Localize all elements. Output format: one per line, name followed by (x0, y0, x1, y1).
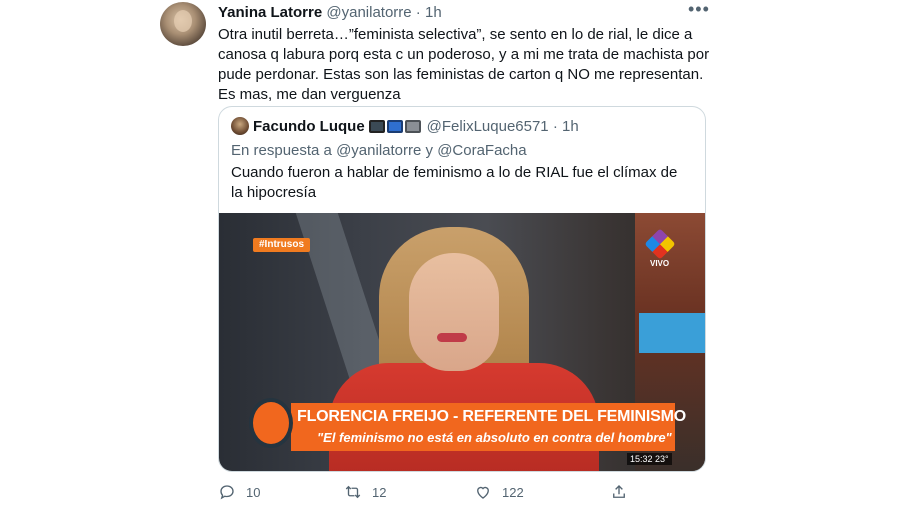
reply-mention-1[interactable]: @yanilatorre (336, 142, 421, 159)
tweet-actions: 10 12 122 (218, 482, 718, 502)
radio-icon (404, 120, 421, 133)
separator: · (411, 4, 425, 21)
retweet-count: 12 (372, 484, 387, 500)
tweet-text: Otra inutil berreta…”feminista selectiva… (218, 26, 710, 103)
avatar[interactable] (160, 2, 206, 46)
quoted-name-emojis (368, 119, 423, 139)
reply-joiner: y (421, 142, 438, 159)
quoted-timestamp: 1h (562, 118, 579, 135)
tweet-header: Yanina Latorre @yanilatorre · 1h (218, 4, 442, 22)
show-hashtag: #Intrusos (253, 238, 311, 252)
like-count: 122 (502, 484, 524, 500)
background-screen (639, 313, 705, 353)
lower-third-subtitle: "El feminismo no está en absoluto en con… (317, 430, 672, 445)
quoted-tweet[interactable]: Facundo Luque @FelixLuque6571 · 1h En res… (218, 106, 706, 472)
display-name[interactable]: Yanina Latorre (218, 4, 322, 21)
camera-icon (368, 120, 385, 133)
person-face (409, 253, 499, 371)
handle[interactable]: @yanilatorre (326, 4, 411, 21)
person-lips (437, 333, 467, 342)
reply-mention-2[interactable]: @CoraFacha (437, 142, 526, 159)
reply-count: 10 (246, 484, 261, 500)
quoted-media-image[interactable]: #Intrusos VIVO FLORENCIA FREIJO - REFERE… (219, 213, 705, 471)
quoted-tweet-header: Facundo Luque @FelixLuque6571 · 1h (231, 117, 579, 139)
live-label: VIVO (650, 259, 670, 268)
reply-prefix: En respuesta a (231, 142, 337, 159)
more-horizontal-icon[interactable]: ••• (688, 0, 709, 22)
share-icon (613, 485, 625, 498)
reply-icon (220, 485, 234, 500)
retweet-button[interactable]: 12 (344, 482, 386, 502)
heart-icon (477, 486, 489, 499)
lower-third-title: FLORENCIA FREIJO - REFERENTE DEL FEMINIS… (297, 408, 686, 425)
television-icon (386, 120, 403, 133)
tweet[interactable]: Yanina Latorre @yanilatorre · 1h ••• Otr… (160, 0, 720, 505)
reply-context: En respuesta a @yanilatorre y @CoraFacha (231, 141, 527, 161)
quoted-avatar (231, 117, 249, 135)
retweet-icon (345, 485, 361, 499)
quoted-display-name: Facundo Luque (253, 118, 365, 135)
quoted-separator: · (548, 118, 562, 135)
reply-button[interactable]: 10 (218, 482, 260, 502)
quoted-handle: @FelixLuque6571 (426, 118, 549, 135)
lower-third-logo (249, 398, 293, 448)
like-button[interactable]: 122 (474, 482, 524, 502)
broadcast-clock: 15:32 23° (627, 453, 672, 465)
share-button[interactable] (610, 482, 638, 502)
quoted-tweet-text: Cuando fueron a hablar de feminismo a lo… (231, 164, 678, 201)
timestamp[interactable]: 1h (425, 4, 442, 21)
